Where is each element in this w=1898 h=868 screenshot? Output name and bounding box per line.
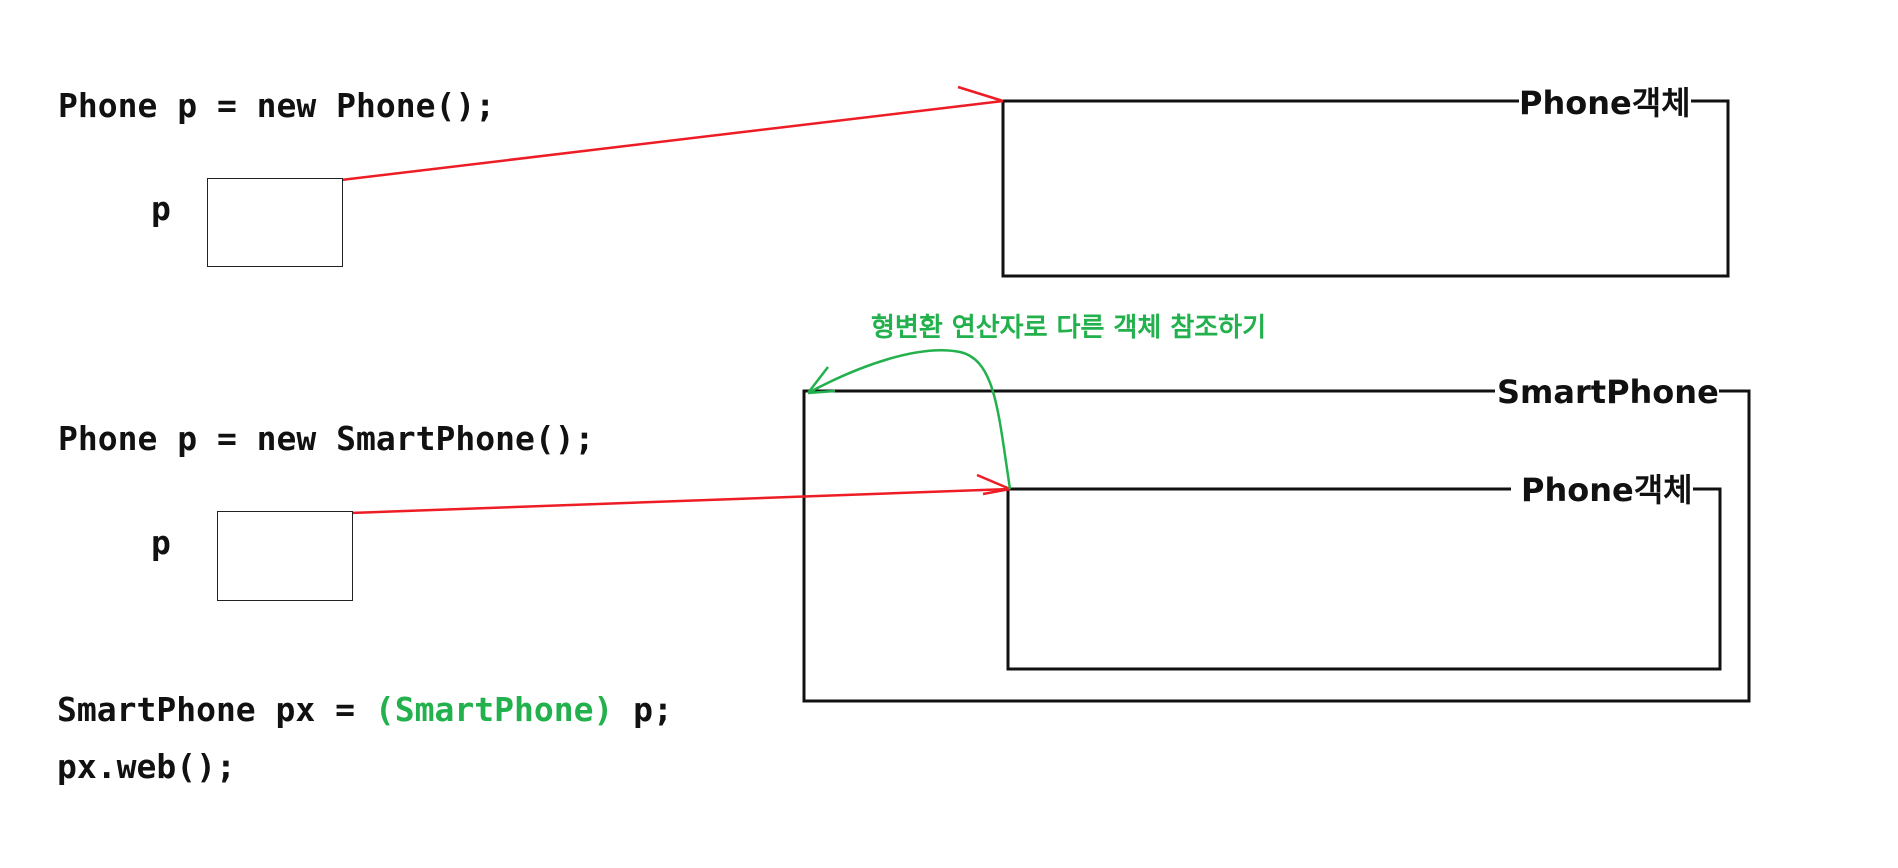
phone-object-label-top: Phone객체: [1519, 84, 1691, 122]
phone-object-box-inner: [1006, 487, 1722, 671]
cast-arrow: [807, 349, 1012, 490]
cast-annotation: 형변환 연산자로 다른 객체 참조하기: [871, 313, 1267, 343]
reference-arrow-2: [349, 487, 1011, 515]
smartphone-object-label: SmartPhone: [1497, 373, 1719, 411]
variable-p-2-label: p: [151, 523, 171, 562]
smartphone-object-box: [802, 389, 1751, 703]
reference-arrow-2-head-a: [976, 473, 1011, 491]
variable-p-1-box: [207, 178, 343, 267]
variable-p-2-box: [217, 511, 353, 601]
phone-object-label-inner: Phone객체: [1521, 471, 1693, 509]
cast-operator: (SmartPhone): [374, 690, 614, 729]
phone-object-box-top: [1001, 99, 1730, 278]
variable-p-1-label: p: [151, 189, 171, 228]
code-line-3-end: p;: [613, 690, 673, 729]
code-line-3: SmartPhone px = (SmartPhone) p;: [57, 693, 673, 726]
code-line-3-start: SmartPhone px =: [57, 690, 375, 729]
reference-arrow-1-head: [957, 85, 1004, 103]
code-line-1: Phone p = new Phone();: [58, 86, 496, 125]
code-line-4: px.web();: [57, 747, 236, 786]
code-line-2: Phone p = new SmartPhone();: [58, 419, 595, 458]
